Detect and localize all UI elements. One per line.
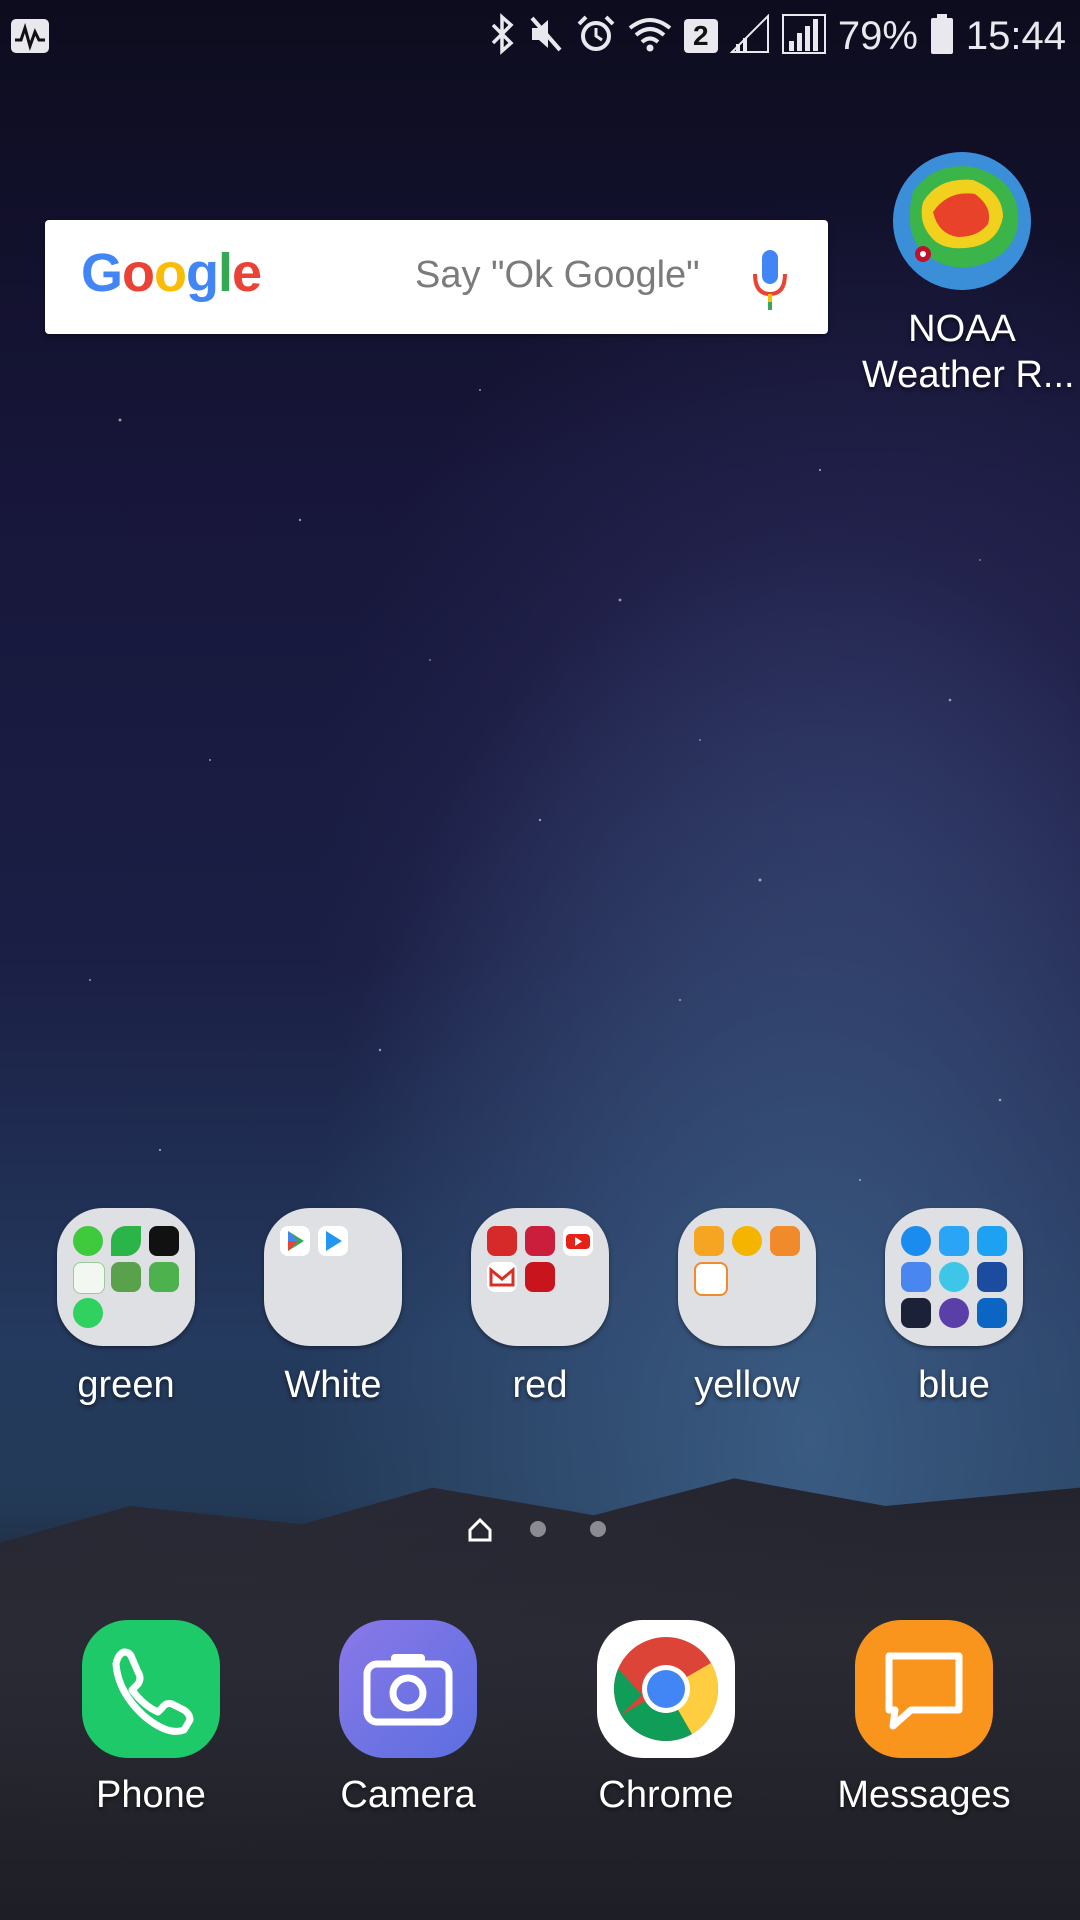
mute-icon (528, 14, 564, 59)
page-dot[interactable] (530, 1521, 546, 1537)
google-logo: Google (81, 243, 262, 303)
youtube-app-icon (563, 1226, 593, 1256)
folder-label: yellow (694, 1364, 800, 1406)
bca-mobile-app-icon (977, 1262, 1007, 1292)
shazam-app-icon (901, 1226, 931, 1256)
folder-red[interactable]: red (440, 1208, 640, 1407)
folder-label: White (284, 1364, 382, 1406)
maps-app-icon (149, 1262, 179, 1292)
twitter-app-icon (977, 1226, 1007, 1256)
microphone-icon[interactable] (752, 250, 788, 310)
folder-green[interactable]: green (26, 1208, 226, 1407)
folder-icon (471, 1208, 609, 1346)
folder-icon (885, 1208, 1023, 1346)
alarm-icon (576, 14, 616, 59)
chrome-icon (597, 1620, 735, 1758)
play-movies-app-icon (318, 1226, 348, 1256)
app-label: Chrome (598, 1774, 734, 1816)
clock: 15:44 (965, 13, 1066, 58)
phone-icon (82, 1620, 220, 1758)
whatsapp-app-icon (73, 1298, 103, 1328)
home-page-icon (468, 1517, 492, 1547)
app-label: Phone (96, 1774, 206, 1816)
google-search-widget[interactable]: Google Say "Ok Google" (45, 220, 828, 334)
grab-app-icon (73, 1262, 105, 1294)
translate-app-icon (901, 1262, 931, 1292)
folder-icon (264, 1208, 402, 1346)
line-app-icon (73, 1226, 103, 1256)
folder-icon (678, 1208, 816, 1346)
page-dot[interactable] (590, 1521, 606, 1537)
noaa-label-line2: Weather R... (862, 354, 1075, 396)
camera-app[interactable]: Camera (298, 1620, 518, 1817)
camera-icon (339, 1620, 477, 1758)
circle-app-icon (939, 1298, 969, 1328)
folder-yellow[interactable]: yellow (647, 1208, 847, 1407)
battery-percent: 79% (837, 13, 918, 58)
signal-icon (729, 13, 770, 59)
app-label: Camera (340, 1774, 476, 1816)
folder-label: red (512, 1364, 568, 1406)
ima-app-icon (694, 1226, 724, 1256)
noaa-weather-app[interactable]: NOAA Weather R... (862, 152, 1075, 398)
flower-app-icon (770, 1226, 800, 1256)
folder-label: blue (918, 1364, 990, 1406)
folder-blue[interactable]: blue (854, 1208, 1054, 1407)
bukalapak-app-icon (694, 1262, 728, 1296)
linkedin-app-icon (977, 1298, 1007, 1328)
battery-icon (930, 13, 954, 60)
zomato-app-icon (525, 1226, 555, 1256)
lightbulb-app-icon (732, 1226, 762, 1256)
bike-app-icon (149, 1226, 179, 1256)
play-store-app-icon (280, 1226, 310, 1256)
page-indicator[interactable] (0, 1517, 1080, 1542)
search-hint: Say "Ok Google" (415, 254, 700, 296)
noaa-label-line1: NOAA (908, 308, 1016, 350)
timer-app-icon (939, 1262, 969, 1292)
folder-white[interactable]: White (233, 1208, 433, 1407)
tokopedia-app-icon (111, 1262, 141, 1292)
messages-app[interactable]: Messages (814, 1620, 1034, 1817)
snapseed-app-icon (111, 1226, 141, 1256)
cloud-app-icon (487, 1226, 517, 1256)
status-bar: 2 79% 15:44 (0, 0, 1080, 72)
bird-app-icon (939, 1226, 969, 1256)
messages-icon (855, 1620, 993, 1758)
bluetooth-icon (490, 12, 516, 60)
chrome-app[interactable]: Chrome (556, 1620, 776, 1817)
phone-app[interactable]: Phone (41, 1620, 261, 1817)
activity-graph-icon (10, 18, 50, 54)
gmail-app-icon (487, 1262, 517, 1292)
radar-map-icon (893, 152, 1031, 290)
dark-app-icon (901, 1298, 931, 1328)
signal-icon (781, 13, 826, 60)
acrobat-app-icon (525, 1262, 555, 1292)
app-label: Messages (837, 1774, 1011, 1816)
folder-label: green (77, 1364, 175, 1406)
sim-badge-icon: 2 (683, 19, 718, 53)
folder-icon (57, 1208, 195, 1346)
wifi-icon (628, 14, 672, 59)
